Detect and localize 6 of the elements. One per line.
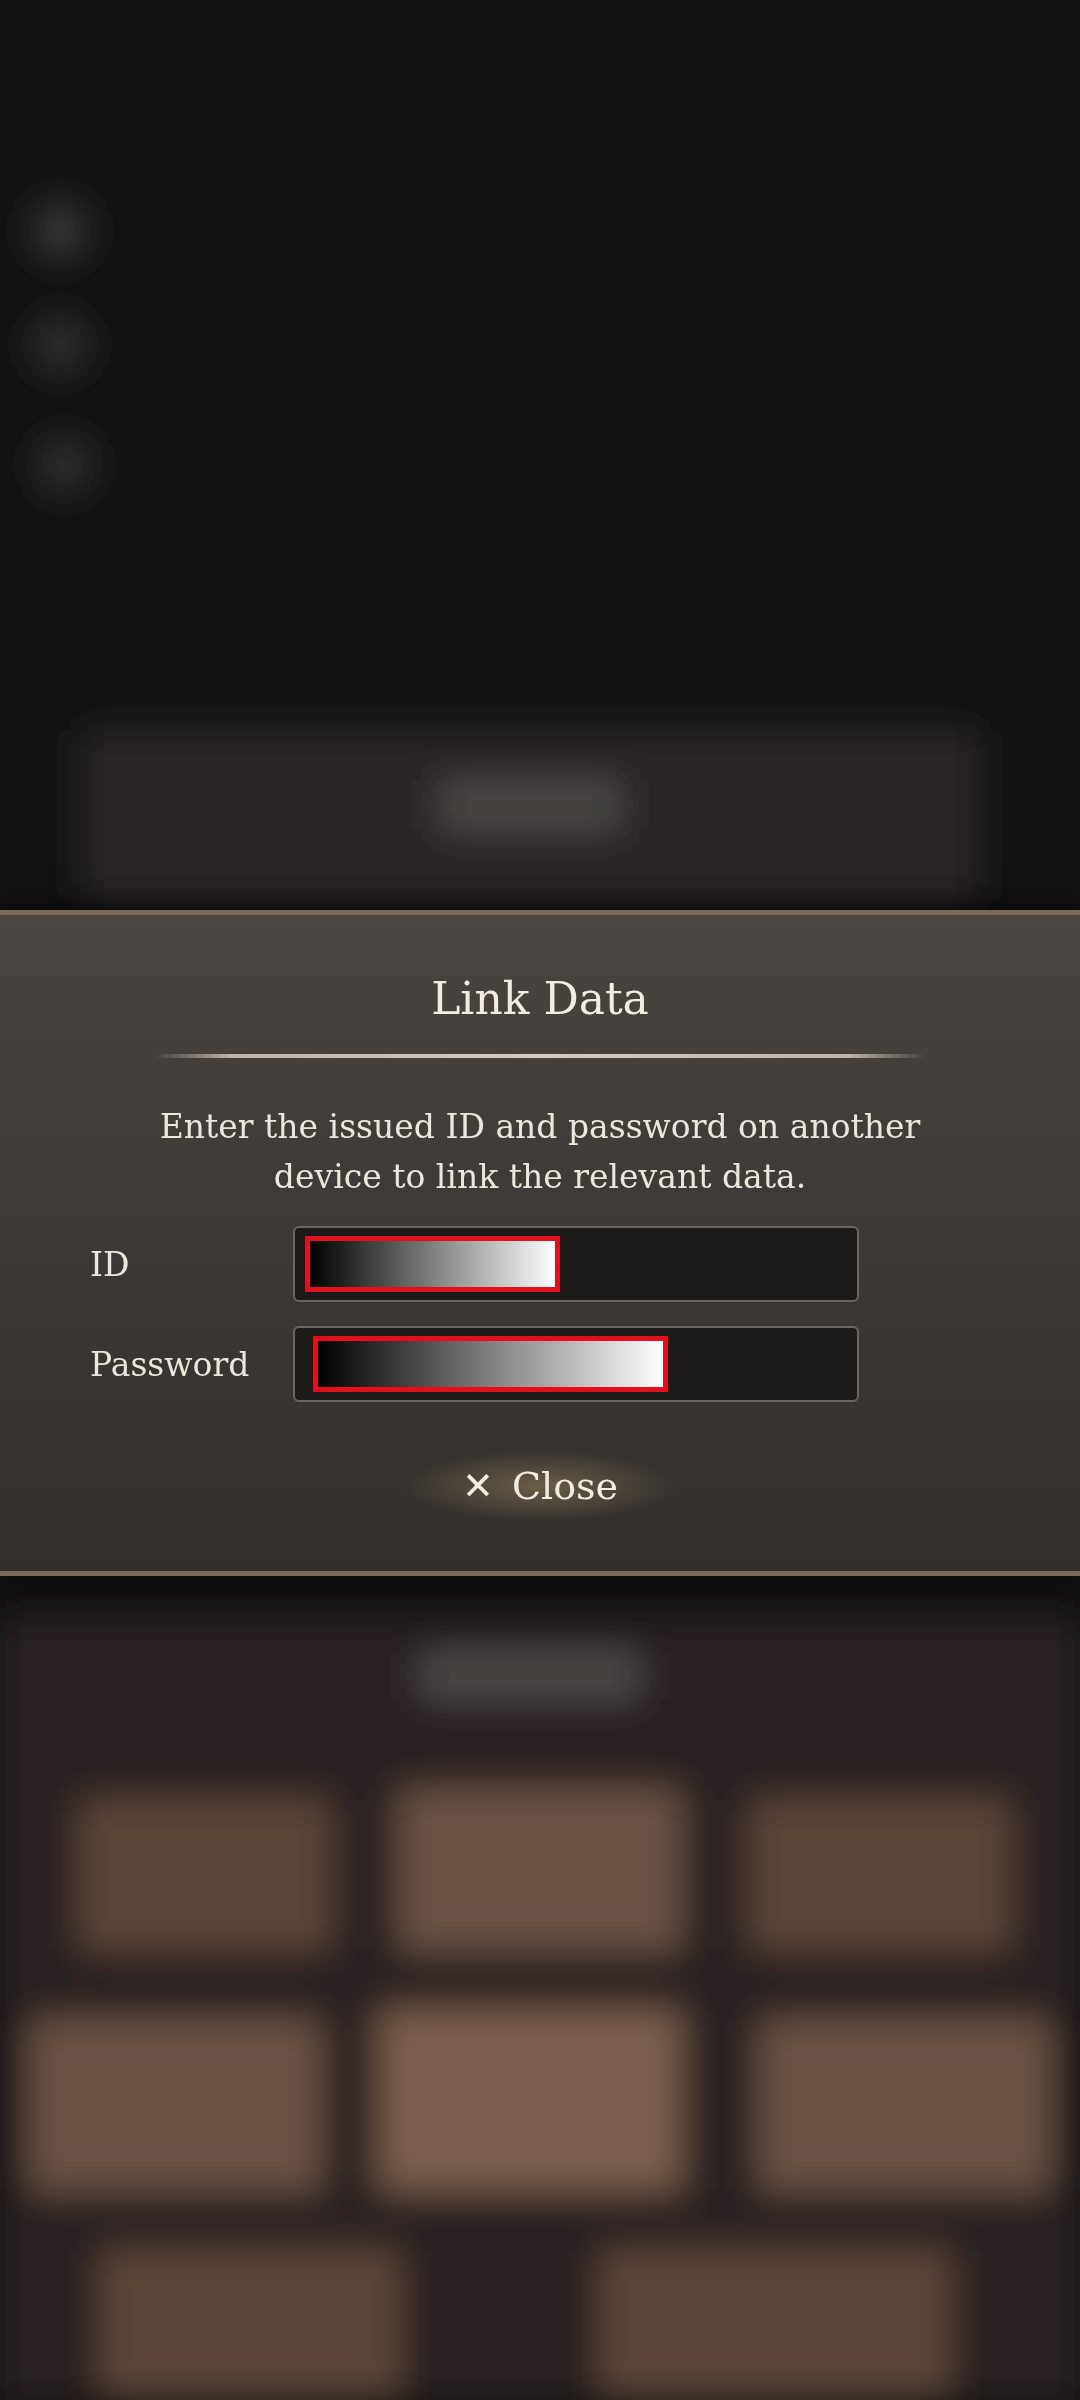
- field-label: Password: [90, 1344, 251, 1384]
- dialog-message: Enter the issued ID and password on another device to link the relevant data.: [158, 1106, 922, 1198]
- input-field[interactable]: [293, 1226, 859, 1302]
- input-field[interactable]: [293, 1326, 859, 1402]
- field-label: ID: [90, 1244, 131, 1284]
- dialog-title: Link Data: [431, 973, 649, 1024]
